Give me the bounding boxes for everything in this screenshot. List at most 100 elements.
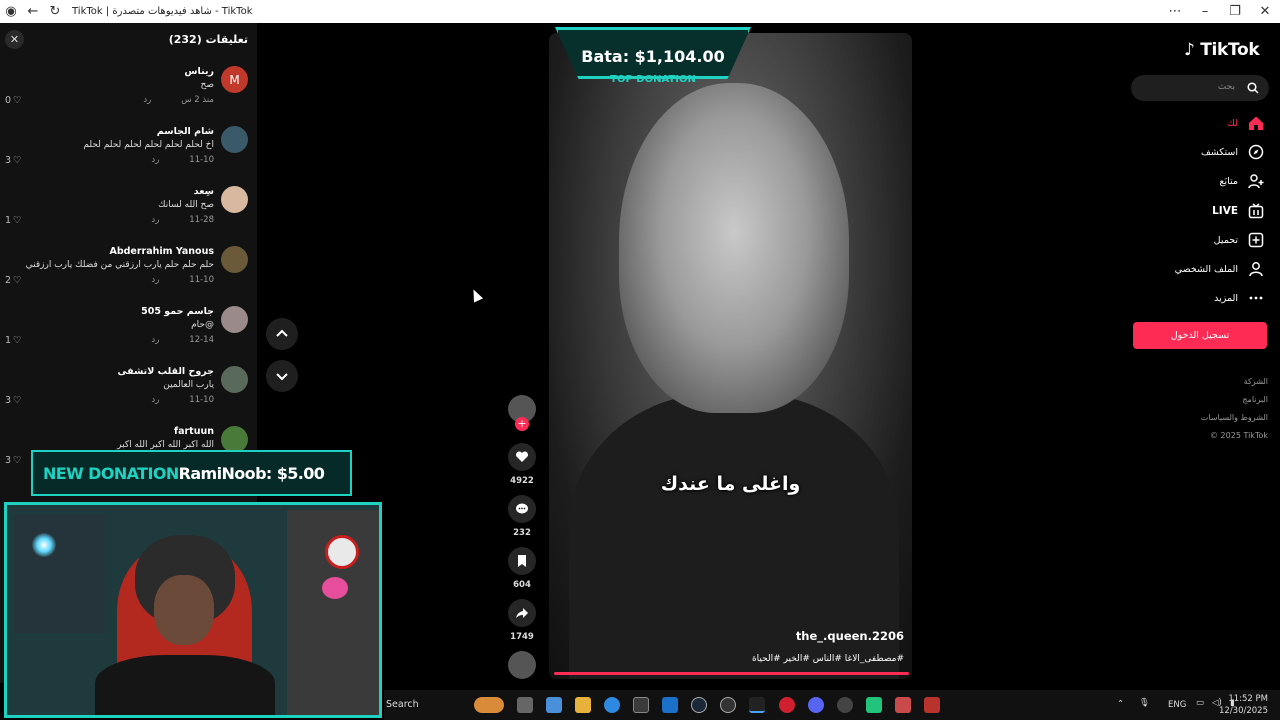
footer-company-link[interactable]: الشركة: [1244, 377, 1268, 386]
nav-following[interactable]: متابَع: [1219, 170, 1264, 192]
avatar[interactable]: [221, 426, 248, 453]
network-icon[interactable]: ▭: [1196, 698, 1204, 708]
store-icon[interactable]: [633, 697, 649, 713]
close-window-icon[interactable]: ✕: [1250, 0, 1280, 23]
comment-like-button[interactable]: 3 ♡: [5, 155, 22, 166]
file-explorer-icon[interactable]: [575, 697, 591, 713]
nav-more[interactable]: المزيد: [1214, 287, 1264, 309]
microphone-icon[interactable]: 🎙: [1139, 698, 1150, 708]
video-progress-bar[interactable]: [554, 672, 909, 675]
comment-reply-link[interactable]: رد: [151, 335, 159, 345]
obs-icon[interactable]: [837, 697, 853, 713]
save-button[interactable]: [508, 547, 536, 575]
nav-live[interactable]: LIVE: [1212, 200, 1264, 222]
nav-for-you[interactable]: لك: [1227, 112, 1264, 134]
reload-icon[interactable]: ↻: [44, 0, 66, 23]
login-button[interactable]: تسجيل الدخول: [1133, 322, 1267, 349]
clock-time: 11:52 PM: [1228, 694, 1268, 704]
share-button[interactable]: [508, 599, 536, 627]
new-donation-banner: NEW DONATION RamiNoob: $5.00: [31, 450, 352, 496]
avatar[interactable]: [221, 366, 248, 393]
comment-button[interactable]: [508, 495, 536, 523]
comment-like-button[interactable]: 1 ♡: [5, 335, 22, 346]
screen: ◉ ← ↻ TikTok | شاهد فيديوهات متصدرة - Ti…: [0, 0, 1280, 720]
next-video-button[interactable]: [266, 360, 298, 392]
app-icon-red[interactable]: [895, 697, 911, 713]
avatar[interactable]: M: [221, 66, 248, 93]
comment-like-button[interactable]: 2 ♡: [5, 275, 22, 286]
comment-meta: رد 11-10: [151, 395, 214, 405]
task-view-icon[interactable]: [517, 697, 533, 713]
comment-like-button[interactable]: 0 ♡: [5, 95, 22, 106]
webcam-light: [32, 533, 56, 557]
taskbar-clock[interactable]: 11:52 PM 12/30/2025: [1219, 693, 1268, 717]
taskbar-search[interactable]: Search: [386, 699, 419, 710]
comment-meta: رد 11-10: [151, 155, 214, 165]
video-player[interactable]: واغلى ما عندك the_.queen.2206 #مصطفى_الا…: [549, 33, 912, 679]
comment-like-button[interactable]: 1 ♡: [5, 215, 22, 226]
nav-explore[interactable]: استكشف: [1201, 141, 1264, 163]
discord-icon[interactable]: [808, 697, 824, 713]
heart-outline-icon: ♡: [13, 95, 22, 106]
tiktok-logo[interactable]: ♪ TikTok: [1184, 40, 1260, 60]
video-author[interactable]: the_.queen.2206: [796, 629, 904, 643]
language-indicator[interactable]: ENG: [1168, 700, 1186, 710]
comment-author[interactable]: شام الجاسم: [157, 126, 214, 137]
compass-icon: [1248, 144, 1264, 160]
follow-plus-icon[interactable]: +: [515, 417, 529, 431]
comment-reply-link[interactable]: رد: [151, 155, 159, 165]
comment-item: شام الجاسم اخ لحلم لحلم لحلم لحلم لحلم لح…: [0, 126, 257, 186]
comment-like-button[interactable]: 3 ♡: [5, 455, 22, 466]
nav-upload[interactable]: تحميل: [1214, 229, 1264, 251]
comment-reply-link[interactable]: رد: [151, 275, 159, 285]
webcam-side-frame: [13, 515, 105, 633]
more-dots-icon: [1249, 296, 1263, 300]
chevron-up-icon: [276, 329, 288, 337]
close-comments-icon[interactable]: ✕: [5, 30, 24, 49]
avatar[interactable]: [221, 246, 248, 273]
opera-icon[interactable]: [779, 697, 795, 713]
comment-item: سِعد صح الله لسانك رد 11-28 1 ♡: [0, 186, 257, 246]
webcam-overlay: [4, 502, 382, 718]
minimize-icon[interactable]: –: [1190, 0, 1220, 23]
avatar[interactable]: [221, 306, 248, 333]
avatar[interactable]: [221, 186, 248, 213]
like-button[interactable]: [508, 443, 536, 471]
comment-author[interactable]: سِعد: [194, 186, 214, 197]
comment-author[interactable]: جروح القلب لاتشفى: [118, 366, 214, 377]
app-icon-4k[interactable]: [720, 697, 736, 713]
restore-icon[interactable]: ❐: [1220, 0, 1250, 23]
heart-outline-icon: ♡: [13, 275, 22, 286]
previous-video-button[interactable]: [266, 318, 298, 350]
comment-author[interactable]: ريناس: [184, 66, 214, 77]
streamer-head: [154, 575, 214, 645]
comment-reply-link[interactable]: رد: [151, 215, 159, 225]
tray-chevron-icon[interactable]: ⌃: [1117, 699, 1124, 709]
nav-label-profile: الملف الشخصي: [1174, 263, 1238, 275]
search-icon[interactable]: [1247, 82, 1259, 94]
comment-reply-link[interactable]: رد: [151, 395, 159, 405]
app-icon-green[interactable]: [866, 697, 882, 713]
outlook-icon[interactable]: [662, 697, 678, 713]
edge-icon[interactable]: [604, 697, 620, 713]
steam-icon[interactable]: [691, 697, 707, 713]
search-input[interactable]: بحث: [1131, 75, 1269, 101]
nav-profile[interactable]: الملف الشخصي: [1175, 258, 1264, 280]
comment-reply-link[interactable]: رد: [143, 95, 151, 105]
comment-author[interactable]: fartuun: [174, 426, 214, 437]
more-icon[interactable]: ⋯: [1160, 0, 1190, 23]
back-icon[interactable]: ←: [22, 0, 44, 23]
widgets-icon[interactable]: [474, 697, 504, 713]
app-icon-1[interactable]: [546, 697, 562, 713]
sound-disc[interactable]: [508, 651, 536, 679]
footer-terms-link[interactable]: الشروط والسياسات: [1201, 413, 1268, 422]
app-icon-tf[interactable]: [924, 697, 940, 713]
avatar[interactable]: [221, 126, 248, 153]
comment-like-button[interactable]: 3 ♡: [5, 395, 22, 406]
footer-program-link[interactable]: البرنامج: [1242, 395, 1268, 404]
nav-label-upload: تحميل: [1213, 234, 1238, 246]
comment-author[interactable]: جاسم حمو 505: [141, 306, 214, 317]
comment-author[interactable]: Abderrahim Yanous: [109, 246, 214, 257]
video-hashtags[interactable]: #مصطفى_الاغا #الناس #الخير #الحياة: [752, 654, 904, 664]
tiktok-taskbar-icon[interactable]: [749, 697, 765, 713]
